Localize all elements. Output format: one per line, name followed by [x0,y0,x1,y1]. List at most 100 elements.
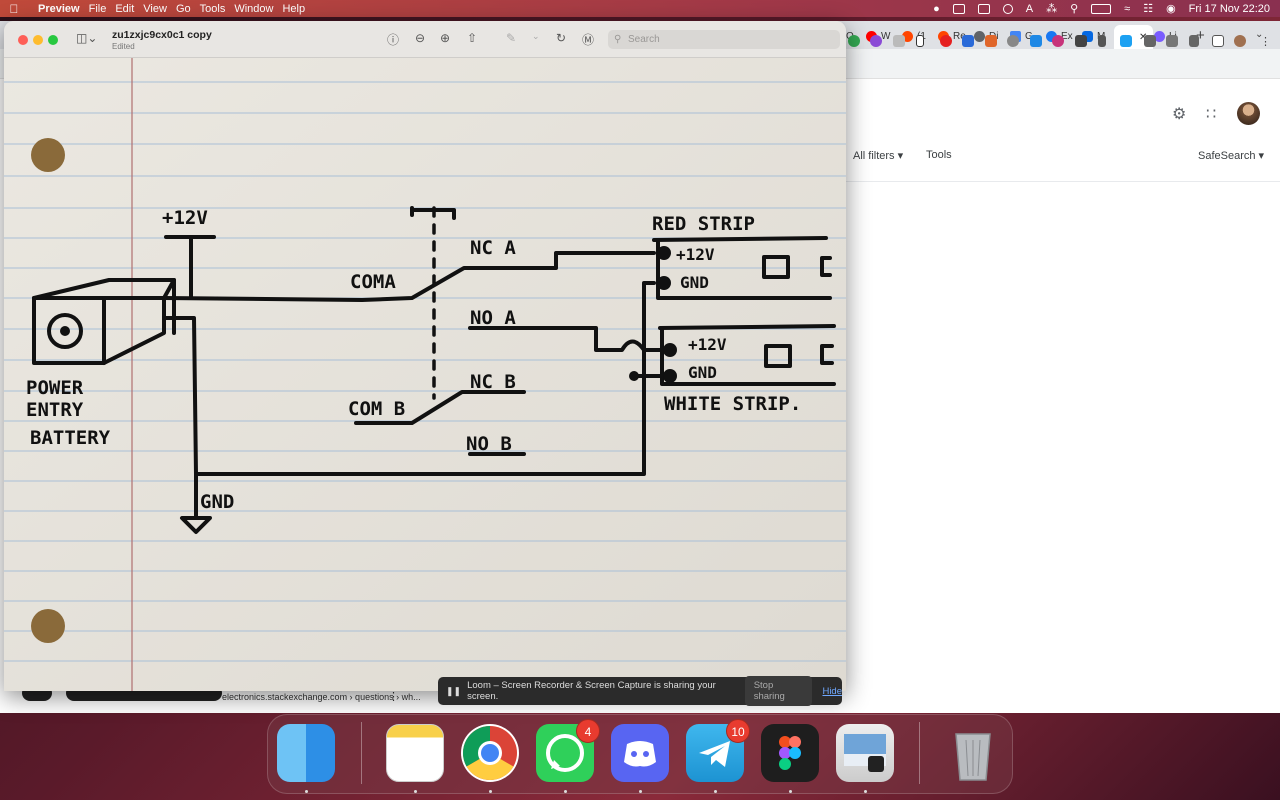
label-com-b: COM B [348,398,405,420]
label-nc-b: NC B [470,371,516,393]
all-filters-button[interactable]: All filters ▾ [853,149,903,162]
menu-app-name[interactable]: Preview [28,3,89,15]
finder-icon[interactable] [277,724,335,782]
extension-icon[interactable] [893,35,905,47]
safesearch-button[interactable]: SafeSearch ▾ [1198,149,1264,162]
extension-icon[interactable] [985,35,997,47]
menu-tools[interactable]: Tools [200,3,235,15]
dock-separator [919,722,920,784]
discord-icon[interactable] [611,724,669,782]
rotate-icon[interactable]: ↻ [556,31,566,45]
notes-icon[interactable] [386,724,444,782]
apple-menu-icon[interactable]:  [0,2,28,16]
bluetooth-icon[interactable]: ⁂ [1046,2,1057,15]
avatar[interactable] [1237,102,1260,125]
extension-icon[interactable] [940,35,952,47]
twitter-icon[interactable] [1120,35,1132,47]
menu-file[interactable]: File [89,3,116,15]
figma-logo [779,736,801,770]
siri-icon[interactable]: ◉ [1166,2,1176,15]
binder-hole [31,609,65,643]
extension-icon[interactable] [848,35,860,47]
preview-app-icon[interactable] [836,724,894,782]
battery-icon[interactable] [1091,3,1112,14]
profile-icon[interactable] [1234,35,1246,47]
search-field[interactable]: ⚲ Search [608,30,840,49]
preview-logo [844,734,886,772]
divider [846,181,1280,182]
search-icon: ⚲ [614,34,622,45]
figma-icon[interactable] [761,724,819,782]
preview-titlebar: ◫⌄ zu1zxjc9cx0c1 copy Edited ⓘ ⊖ ⊕ ⇧ ✎ ⌄… [4,21,846,58]
input-source-icon[interactable]: A [1026,3,1033,15]
sidebar-icon[interactable] [1212,35,1224,47]
tools-button[interactable]: Tools [926,149,952,161]
share-icon[interactable]: ⇧ [467,31,477,45]
menu-view[interactable]: View [143,3,176,15]
trash-icon[interactable] [944,724,1002,782]
pause-icon[interactable]: ❚❚ [446,686,461,697]
running-indicator [414,790,417,793]
label-entry: ENTRY [26,399,84,421]
gear-icon[interactable]: ⚙ [1172,104,1186,124]
shield-icon[interactable] [1075,35,1087,47]
menu-kebab-icon[interactable]: ⋮ [1260,35,1271,48]
menu-go[interactable]: Go [176,3,200,15]
extension-icon[interactable] [1007,35,1019,47]
wifi-icon[interactable]: ≈ [1124,3,1130,15]
preview-window: ◫⌄ zu1zxjc9cx0c1 copy Edited ⓘ ⊖ ⊕ ⇧ ✎ ⌄… [4,21,846,691]
download-icon[interactable] [1189,35,1199,47]
label-white-strip: WHITE STRIP. [664,393,801,415]
extension-icon[interactable] [870,35,882,47]
extension-icon[interactable] [1144,35,1156,47]
document-status: Edited [112,42,135,51]
label-power: POWER [26,377,84,399]
menu-edit[interactable]: Edit [115,3,143,15]
label-battery: BATTERY [30,427,111,449]
whatsapp-badge: 4 [576,719,600,743]
sidebar-toggle-icon[interactable]: ◫⌄ [76,31,97,45]
paper-background [4,58,846,691]
menu-window[interactable]: Window [234,3,282,15]
trash-logo [955,733,991,781]
search-placeholder: Search [628,34,660,45]
markup-pen-icon[interactable]: ✎ [506,31,516,45]
notebook-paper-image: +12V POWER ENTRY BATTERY GND COMA NC A N… [4,58,846,691]
menubar-datetime[interactable]: Fri 17 Nov 22:20 [1189,3,1270,15]
bookmark-icon[interactable] [916,35,924,47]
extension-icon[interactable] [1030,35,1042,47]
stop-sharing-button[interactable]: Stop sharing [744,676,813,706]
spotlight-search-icon[interactable]: ⚲ [1070,2,1078,15]
zoom-window-button[interactable] [48,35,58,45]
zoom-out-icon[interactable]: ⊖ [415,31,425,45]
record-icon[interactable] [1002,3,1013,14]
apps-grid-icon[interactable]: ∷ [1206,104,1216,124]
markup-icon[interactable]: Ⓜ [582,31,594,48]
extension-icon[interactable] [1052,35,1064,47]
dock-separator [361,722,362,784]
loom-message: Loom – Screen Recorder & Screen Capture … [467,680,716,702]
car-icon[interactable] [977,3,990,14]
label-red-strip: RED STRIP [652,213,755,235]
control-center-icon[interactable]: ☷ [1143,2,1153,15]
label-white-12v: +12V [688,335,727,354]
hide-button[interactable]: Hide [822,686,842,697]
zoom-in-icon[interactable]: ⊕ [440,31,450,45]
minimize-window-button[interactable] [33,35,43,45]
label-12v-top: +12V [162,207,208,229]
eyedropper-icon[interactable] [1098,35,1106,47]
label-no-b: NO B [466,433,512,455]
microphone-icon[interactable]: ● [933,3,940,15]
label-nc-a: NC A [470,237,516,259]
status-more-icon[interactable]: ⋮ [388,690,399,703]
puzzle-icon[interactable] [1166,35,1178,47]
label-no-a: NO A [470,307,516,329]
document-title[interactable]: zu1zxjc9cx0c1 copy [112,29,212,41]
screen-share-icon[interactable] [952,3,965,14]
chevron-down-icon[interactable]: ⌄ [532,31,540,42]
extension-icon[interactable] [962,35,974,47]
info-icon[interactable]: ⓘ [387,31,399,48]
menu-help[interactable]: Help [282,3,314,15]
chrome-icon[interactable] [461,724,519,782]
close-window-button[interactable] [18,35,28,45]
